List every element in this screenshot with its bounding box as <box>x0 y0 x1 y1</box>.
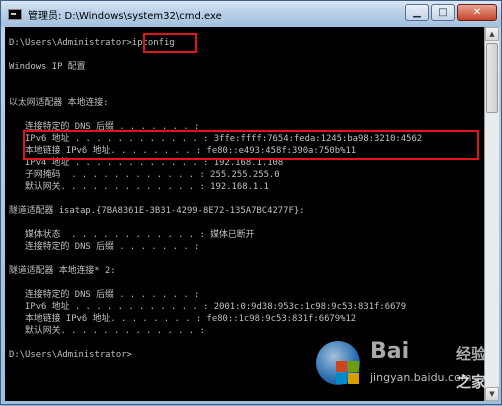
command-highlight-box <box>143 33 197 53</box>
console-line: 连接特定的 DNS 后缀 . . . . . . . : <box>9 290 200 300</box>
console-line: 本地链接 IPv6 地址. . . . . . . . : fe80::1c98… <box>9 314 357 324</box>
maximize-button[interactable]: □ <box>431 4 455 21</box>
scrollbar-thumb[interactable] <box>486 43 498 113</box>
console-line: 连接特定的 DNS 后缀 . . . . . . . : <box>9 242 200 252</box>
console-line: 默认网关. . . . . . . . . . . . . : 192.168.… <box>9 182 269 192</box>
window-title: 管理员: D:\Windows\system32\cmd.exe <box>28 10 222 22</box>
console-line: 媒体状态 . . . . . . . . . . . . : 媒体已断开 <box>9 230 255 240</box>
watermark-suffix: 经验 <box>456 345 487 363</box>
minimize-button[interactable]: ▁ <box>405 4 429 21</box>
title-bar[interactable]: 管理员: D:\Windows\system32\cmd.exe ▁ □ ✕ <box>1 1 501 27</box>
close-button[interactable]: ✕ <box>457 4 497 21</box>
console-line: 隧道适配器 isatap.{7BA8361E-3B31-4299-8E72-13… <box>9 206 305 216</box>
watermark: Bai 经验 jingyan.baidu.com 之家 <box>306 331 502 406</box>
cmd-window: 管理员: D:\Windows\system32\cmd.exe ▁ □ ✕ D… <box>0 0 502 405</box>
watermark-extra: 之家 <box>456 373 487 391</box>
console-line: D:\Users\Administrator> <box>9 350 132 360</box>
console-line: 默认网关. . . . . . . . . . . . . : <box>9 326 205 336</box>
scroll-up-arrow-icon[interactable]: ▲ <box>485 27 499 41</box>
console-line: 子网掩码 . . . . . . . . . . . . : 255.255.2… <box>9 170 280 180</box>
windows-logo-icon <box>316 341 360 385</box>
watermark-brand: Bai <box>370 339 410 364</box>
cmd-icon <box>8 8 22 20</box>
ipv6-highlight-box <box>23 130 479 160</box>
console-line: 以太网适配器 本地连接: <box>9 98 109 108</box>
window-controls: ▁ □ ✕ <box>405 4 497 21</box>
console-line: 隧道适配器 本地连接* 2: <box>9 266 116 276</box>
console-line: IPv6 地址 . . . . . . . . . . . . : 2001:0… <box>9 302 407 312</box>
console-line: Windows IP 配置 <box>9 62 86 72</box>
